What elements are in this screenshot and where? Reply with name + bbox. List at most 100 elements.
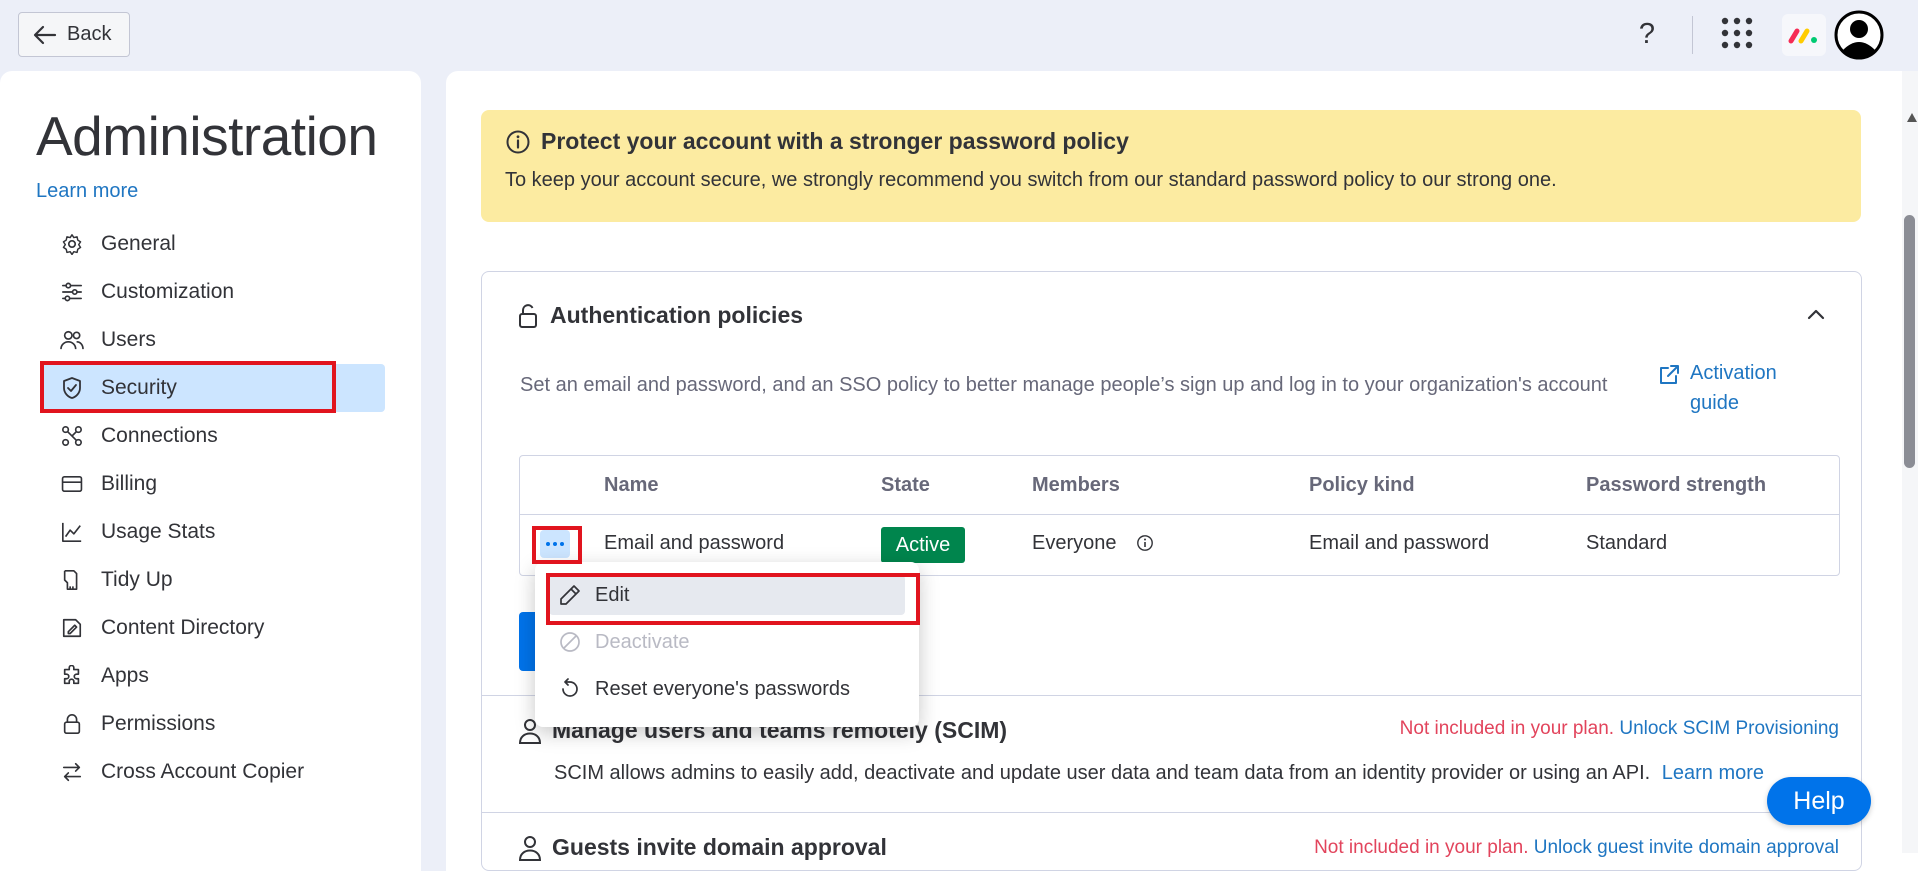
arrow-left-icon [33, 25, 57, 45]
reset-icon [559, 678, 581, 700]
sidebar-item-label: Tidy Up [101, 568, 173, 591]
sidebar-item-apps[interactable]: Apps [42, 652, 385, 700]
sidebar-item-label: Billing [101, 472, 158, 495]
sliders-icon [60, 280, 84, 304]
sidebar-item-general[interactable]: General [42, 220, 385, 268]
menu-item-label: Deactivate [595, 630, 690, 653]
sidebar-item-billing[interactable]: Billing [42, 460, 385, 508]
top-divider [1692, 16, 1693, 54]
main-panel: Protect your account with a stronger pas… [446, 71, 1918, 871]
menu-item-edit[interactable]: Edit [559, 577, 629, 613]
pencil-icon [559, 584, 581, 606]
sidebar-item-connections[interactable]: Connections [42, 412, 385, 460]
members-info-icon[interactable] [1136, 534, 1154, 552]
top-bar: Back ? [0, 0, 1918, 70]
section-divider [482, 812, 1861, 813]
gear-icon [60, 232, 84, 256]
unlock-icon [518, 303, 538, 329]
menu-item-label: Reset everyone's passwords [595, 677, 851, 700]
swap-icon [60, 760, 84, 784]
menu-item-label: Edit [595, 583, 630, 606]
banner-text: To keep your account secure, we strongly… [505, 169, 1557, 191]
sidebar-item-label: Users [101, 328, 156, 351]
back-button[interactable]: Back [18, 12, 130, 57]
activation-guide-text: Activation guide [1690, 362, 1777, 414]
sidebar-item-label: Customization [101, 280, 235, 303]
cell-name: Email and password [604, 532, 785, 554]
sidebar-item-users[interactable]: Users [42, 316, 385, 364]
help-button[interactable]: Help [1767, 777, 1871, 825]
sidebar-item-label: Usage Stats [101, 520, 216, 543]
line-chart-icon [60, 520, 84, 544]
unlock-guests-link[interactable]: Unlock guest invite domain approval [1534, 837, 1839, 858]
sidebar-item-label: Cross Account Copier [101, 760, 305, 783]
sidebar-item-label: General [101, 232, 176, 255]
user-icon [518, 835, 542, 861]
ban-icon [559, 631, 581, 653]
back-label: Back [67, 23, 112, 45]
guests-plan-note: Not included in your plan. Unlock guest … [1314, 837, 1839, 859]
cell-password-strength: Standard [1586, 532, 1668, 554]
row-more-actions-button[interactable] [540, 530, 570, 558]
sidebar-item-label: Permissions [101, 712, 216, 735]
users-icon [60, 328, 84, 352]
info-icon [505, 129, 531, 155]
auth-title: Authentication policies [550, 302, 804, 328]
chevron-up-icon[interactable] [1807, 308, 1825, 320]
scim-plan-note: Not included in your plan. Unlock SCIM P… [1400, 718, 1839, 740]
sidebar-item-content-directory[interactable]: Content Directory [42, 604, 385, 652]
column-header-policy-kind: Policy kind [1309, 474, 1415, 496]
column-header-state: State [881, 474, 930, 496]
sidebar-item-label: Connections [101, 424, 218, 447]
status-badge: Active [881, 527, 965, 563]
monday-logo-icon[interactable] [1782, 14, 1826, 56]
auth-description: Set an email and password, and an SSO po… [520, 374, 1608, 396]
sidebar-item-cross-account-copier[interactable]: Cross Account Copier [42, 748, 385, 796]
unlock-scim-link[interactable]: Unlock SCIM Provisioning [1619, 718, 1839, 739]
scim-learn-more-link[interactable]: Learn more [1662, 762, 1764, 784]
column-header-name: Name [604, 474, 659, 496]
auth-section-header: Authentication policies [518, 302, 803, 329]
banner-title-text: Protect your account with a stronger pas… [541, 128, 1129, 154]
guests-not-included: Not included in your plan. [1314, 837, 1529, 858]
help-icon[interactable]: ? [1632, 14, 1662, 54]
external-link-icon [1658, 364, 1680, 418]
puzzle-icon [60, 664, 84, 688]
scim-not-included: Not included in your plan. [1399, 718, 1615, 739]
avatar-icon[interactable] [1834, 10, 1884, 60]
page-title: Administration [36, 105, 378, 167]
learn-more-link[interactable]: Learn more [36, 180, 138, 203]
policy-table: Name State Members Policy kind Password … [519, 455, 1840, 576]
sidebar-item-security[interactable]: Security [42, 364, 385, 412]
row-actions-menu: Edit Deactivate Reset everyone's passwor… [535, 562, 919, 727]
scim-description-text: SCIM allows admins to easily add, deacti… [554, 762, 1651, 784]
lock-icon [60, 712, 84, 736]
sidebar-item-permissions[interactable]: Permissions [42, 700, 385, 748]
credit-card-icon [60, 472, 84, 496]
sidebar-item-usage-stats[interactable]: Usage Stats [42, 508, 385, 556]
broom-icon [60, 568, 84, 592]
banner-title: Protect your account with a stronger pas… [505, 128, 1837, 155]
column-header-password-strength: Password strength [1586, 474, 1767, 496]
sidebar-item-label: Apps [101, 664, 149, 687]
scim-description: SCIM allows admins to easily add, deacti… [554, 762, 1764, 785]
column-header-members: Members [1032, 474, 1120, 496]
sidebar-nav: General Customization Users Security Con… [42, 220, 385, 796]
table-divider [520, 514, 1839, 515]
apps-grid-icon[interactable] [1721, 17, 1753, 49]
shield-icon [60, 376, 84, 400]
scrollbar-thumb[interactable] [1904, 215, 1915, 468]
cell-policy-kind: Email and password [1309, 532, 1490, 554]
sidebar-item-tidy-up[interactable]: Tidy Up [42, 556, 385, 604]
guests-section-header: Guests invite domain approval [518, 834, 887, 861]
sidebar-item-customization[interactable]: Customization [42, 268, 385, 316]
activation-guide-link[interactable]: Activation guide [1658, 358, 1810, 418]
sidebar-item-label: Security [101, 376, 177, 399]
connections-icon [60, 424, 84, 448]
cell-members: Everyone [1032, 532, 1117, 554]
guests-title: Guests invite domain approval [552, 834, 887, 860]
scroll-up-icon[interactable] [1907, 113, 1917, 122]
content-directory-icon [60, 616, 84, 640]
menu-item-deactivate: Deactivate [559, 624, 690, 660]
menu-item-reset-passwords[interactable]: Reset everyone's passwords [559, 671, 850, 707]
